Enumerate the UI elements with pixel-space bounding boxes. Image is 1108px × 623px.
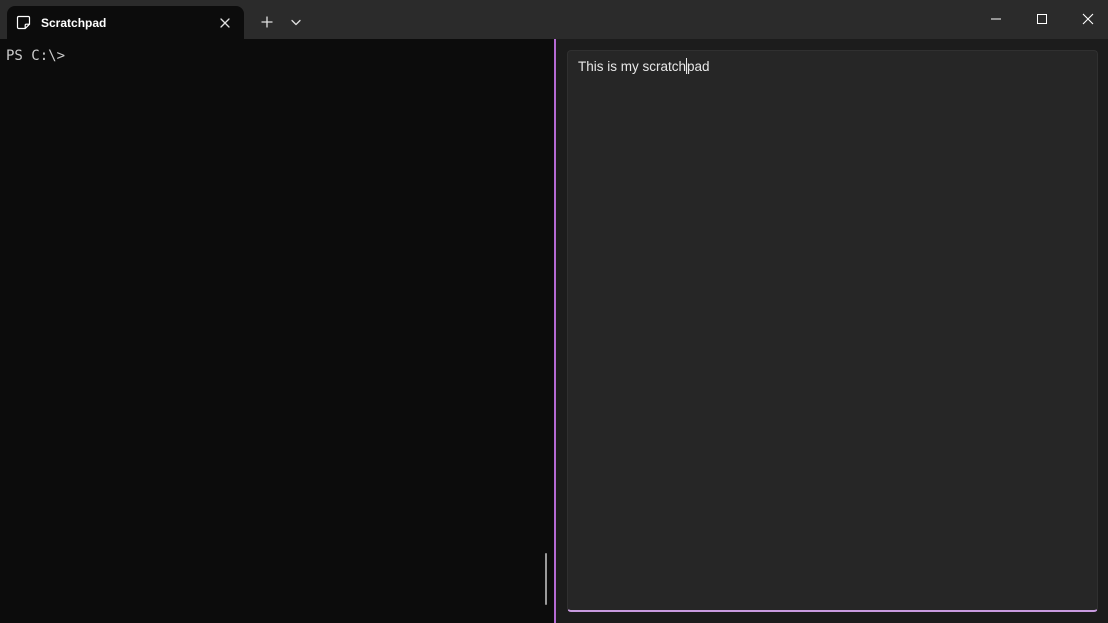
scratchpad-text-before-caret: This is my scratch xyxy=(578,59,687,74)
close-window-button[interactable] xyxy=(1065,0,1108,38)
new-tab-button[interactable] xyxy=(254,9,280,35)
minimize-button[interactable] xyxy=(973,0,1019,38)
plus-icon xyxy=(261,16,273,28)
terminal-window: Scratchpad PS C:\> This is my scratchpad xyxy=(0,0,1108,623)
tab-title: Scratchpad xyxy=(41,16,107,30)
new-tab-dropdown-button[interactable] xyxy=(285,11,307,33)
terminal-prompt: PS C:\> xyxy=(6,48,66,64)
sticky-note-icon xyxy=(16,15,31,30)
terminal-scrollbar[interactable] xyxy=(545,553,547,605)
maximize-button[interactable] xyxy=(1019,0,1065,38)
title-bar[interactable]: Scratchpad xyxy=(0,0,1108,39)
minimize-icon xyxy=(991,18,1001,20)
terminal-pane[interactable]: PS C:\> xyxy=(0,39,554,623)
maximize-icon xyxy=(1037,14,1047,24)
scratchpad-text: This is my scratchpad xyxy=(578,58,710,74)
tab-scratchpad[interactable]: Scratchpad xyxy=(7,6,244,39)
close-icon xyxy=(1082,13,1094,25)
scratchpad-textbox[interactable]: This is my scratchpad xyxy=(567,50,1098,612)
chevron-down-icon xyxy=(291,19,301,26)
scratchpad-text-after-caret: pad xyxy=(687,59,710,74)
tab-close-icon[interactable] xyxy=(216,14,234,32)
scratchpad-pane: This is my scratchpad xyxy=(556,39,1108,623)
